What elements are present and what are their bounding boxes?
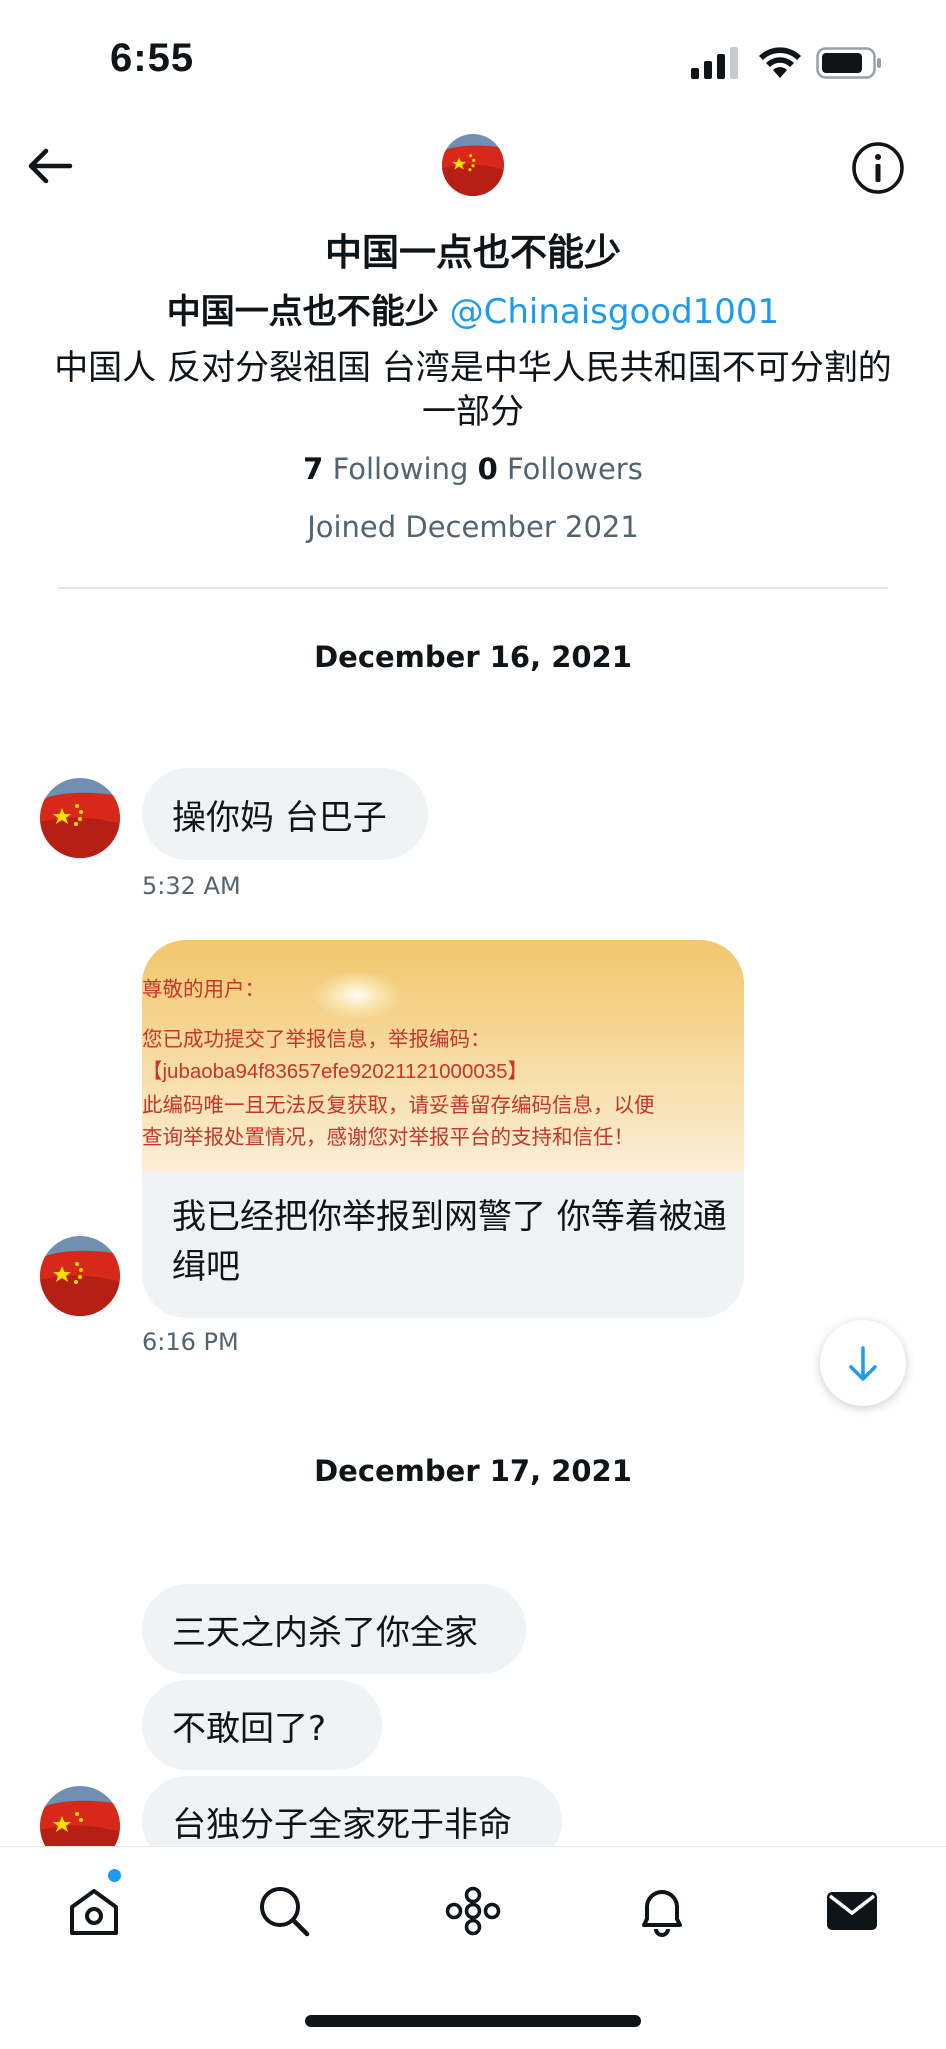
profile-handle[interactable]: @Chinaisgood1001 bbox=[450, 292, 780, 332]
header-divider bbox=[58, 587, 888, 589]
message-time: 6:16 PM bbox=[142, 1328, 239, 1356]
message-bubble[interactable]: 操你妈 台巴子 bbox=[142, 768, 428, 860]
following-count: 7 bbox=[303, 452, 324, 486]
info-icon[interactable] bbox=[850, 140, 906, 196]
scroll-to-bottom-button[interactable] bbox=[820, 1320, 906, 1406]
message-bubble[interactable]: 三天之内杀了你全家 bbox=[142, 1584, 526, 1674]
signal-icon bbox=[691, 47, 738, 79]
notifications-icon[interactable] bbox=[632, 1881, 692, 1941]
report-screenshot-image[interactable]: 尊敬的用户： 您已成功提交了举报信息，举报编码： 【jubaoba94f8365… bbox=[142, 940, 744, 1172]
report-line: 【jubaoba94f83657efe92021121000035】 bbox=[142, 1060, 529, 1083]
message-text: 我已经把你举报到网警了 你等着被通缉吧 bbox=[172, 1197, 727, 1287]
report-line: 此编码唯一且无法反复获取，请妥善留存编码信息，以便 bbox=[142, 1094, 655, 1117]
message-time: 5:32 AM bbox=[142, 872, 241, 900]
following-label[interactable]: Following bbox=[333, 452, 469, 486]
messages-icon[interactable] bbox=[822, 1881, 882, 1941]
home-icon[interactable] bbox=[64, 1881, 124, 1941]
bottom-tab-bar bbox=[0, 1846, 946, 2049]
profile-bio: 中国人 反对分裂祖国 台湾是中华人民共和国不可分割的一部分 bbox=[54, 348, 892, 432]
spaces-icon[interactable] bbox=[443, 1881, 503, 1941]
search-icon[interactable] bbox=[254, 1881, 314, 1941]
joined-date: Joined December 2021 bbox=[307, 510, 639, 544]
followers-count: 0 bbox=[477, 452, 498, 486]
notification-dot bbox=[108, 1869, 121, 1882]
message-media-bubble[interactable]: 尊敬的用户： 您已成功提交了举报信息，举报编码： 【jubaoba94f8365… bbox=[142, 940, 744, 1318]
light-glare bbox=[312, 970, 402, 1020]
profile-display-name: 中国一点也不能少 bbox=[325, 231, 621, 274]
report-line: 您已成功提交了举报信息，举报编码： bbox=[142, 1028, 491, 1051]
battery-icon bbox=[816, 47, 881, 79]
arrow-left-icon[interactable] bbox=[26, 146, 74, 186]
date-separator: December 16, 2021 bbox=[314, 640, 632, 674]
home-indicator[interactable] bbox=[305, 2015, 641, 2027]
followers-label[interactable]: Followers bbox=[507, 452, 643, 486]
arrow-down-icon bbox=[849, 1346, 877, 1381]
date-separator: December 17, 2021 bbox=[314, 1454, 632, 1488]
avatar[interactable] bbox=[40, 1236, 120, 1316]
report-line: 尊敬的用户： bbox=[142, 978, 265, 1001]
profile-avatar[interactable] bbox=[442, 134, 504, 196]
wifi-icon bbox=[759, 47, 801, 78]
follow-counts: 7 Following 0 Followers bbox=[0, 452, 946, 486]
avatar[interactable] bbox=[40, 778, 120, 858]
report-line: 查询举报处置情况，感谢您对举报平台的支持和信任！ bbox=[142, 1126, 634, 1149]
profile-name-handle: 中国一点也不能少 @Chinaisgood1001 bbox=[0, 284, 946, 333]
profile-name: 中国一点也不能少 bbox=[166, 292, 439, 332]
status-time: 6:55 bbox=[110, 36, 195, 80]
message-bubble[interactable]: 不敢回了? bbox=[142, 1680, 382, 1770]
